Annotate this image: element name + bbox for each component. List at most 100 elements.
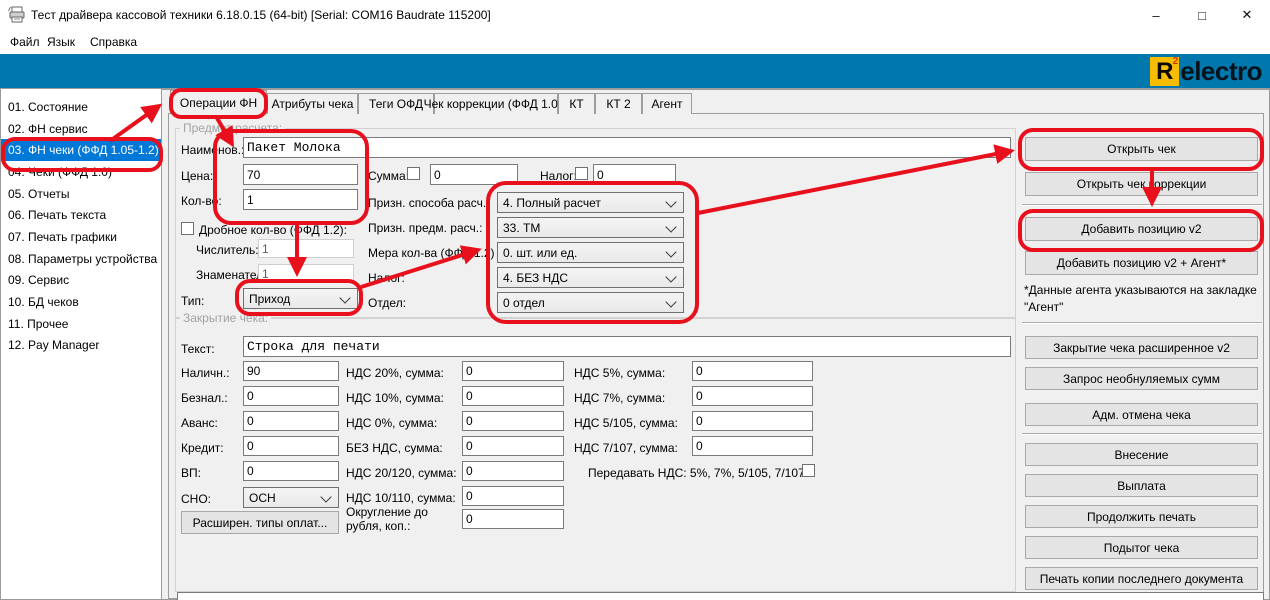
sum-input[interactable]	[430, 164, 518, 185]
close-button[interactable]: ✕	[1230, 5, 1264, 25]
type-combobox[interactable]: Приход	[243, 288, 358, 309]
tax-input[interactable]	[593, 164, 676, 185]
admin-cancel-check-button[interactable]: Адм. отмена чека	[1025, 403, 1258, 426]
add-position-v2-button[interactable]: Добавить позицию v2	[1025, 217, 1258, 241]
vat20-120-input[interactable]	[462, 461, 564, 481]
menu-help[interactable]: Справка	[86, 35, 141, 49]
qty-measure-value: 0. шт. или ед.	[503, 246, 577, 260]
fraction-qty-checkbox[interactable]	[181, 222, 194, 235]
vat-combobox[interactable]: 4. БЕЗ НДС	[497, 267, 684, 288]
vat20-label: НДС 20%, сумма:	[346, 366, 444, 380]
sno-combobox[interactable]: ОСН	[243, 487, 339, 508]
sidebar-item-fn-checks[interactable]: 03. ФН чеки (ФФД 1.05-1.2)	[1, 139, 161, 161]
denominator-input[interactable]	[258, 264, 354, 283]
fraction-qty-label: Дробное кол-во (ФФД 1.2):	[199, 223, 347, 237]
vp-label: ВП:	[181, 466, 201, 480]
cash-in-button[interactable]: Внесение	[1025, 443, 1258, 466]
tab-fn-operations[interactable]: Операции ФН	[170, 90, 267, 114]
sidebar-item-print-text[interactable]: 06. Печать текста	[1, 204, 161, 226]
add-position-v2-agent-button[interactable]: Добавить позицию v2 + Агент*	[1025, 251, 1258, 275]
sidebar-item-state[interactable]: 01. Состояние	[1, 96, 161, 118]
agent-note-line2: "Агент"	[1024, 300, 1063, 315]
continue-print-button[interactable]: Продолжить печать	[1025, 505, 1258, 528]
name-label: Наименов.:	[181, 143, 244, 157]
qty-measure-combobox[interactable]: 0. шт. или ед.	[497, 242, 684, 263]
advance-input[interactable]	[243, 411, 339, 431]
tab-agent[interactable]: Агент	[642, 93, 692, 114]
menu-language[interactable]: Язык	[43, 35, 79, 49]
cash-input[interactable]	[243, 361, 339, 381]
vat10-110-input[interactable]	[462, 486, 564, 506]
no-vat-input[interactable]	[462, 436, 564, 456]
tab-correction-check[interactable]: Чек коррекции (ФФД 1.05)	[434, 93, 558, 114]
close-check-extended-v2-button[interactable]: Закрытие чека расширенное v2	[1025, 336, 1258, 359]
cashless-label: Безнал.:	[181, 391, 228, 405]
vat5-105-input[interactable]	[692, 411, 813, 431]
subtotal-button[interactable]: Подытог чека	[1025, 536, 1258, 559]
calc-subject-value: 33. ТМ	[503, 221, 540, 235]
sidebar-item-pay-manager[interactable]: 12. Pay Manager	[1, 335, 161, 357]
vat-label: Налог:	[368, 271, 405, 285]
vat7-107-label: НДС 7/107, сумма:	[574, 441, 678, 455]
vat5-input[interactable]	[692, 361, 813, 381]
menu-file[interactable]: Файл	[6, 35, 44, 49]
sidebar-item-other[interactable]: 11. Прочее	[1, 313, 161, 335]
vat10-input[interactable]	[462, 386, 564, 406]
vat7-label: НДС 7%, сумма:	[574, 391, 665, 405]
title-bar: Тест драйвера кассовой техники 6.18.0.15…	[0, 0, 1270, 30]
tax-label: Налог:	[540, 169, 577, 183]
vat0-input[interactable]	[462, 411, 564, 431]
sidebar-item-fn-service[interactable]: 02. ФН сервис	[1, 118, 161, 140]
subject-group-legend: Предмет расчета:	[180, 122, 285, 135]
qty-measure-label: Мера кол-ва (ФФД 1.2)	[368, 246, 495, 260]
name-input[interactable]	[243, 137, 1011, 158]
calc-subject-combobox[interactable]: 33. ТМ	[497, 217, 684, 238]
minimize-button[interactable]: –	[1139, 5, 1173, 25]
tab-kt2[interactable]: КТ 2	[595, 93, 642, 114]
sidebar-item-print-graphics[interactable]: 07. Печать графики	[1, 226, 161, 248]
department-label: Отдел:	[368, 296, 406, 310]
cashless-input[interactable]	[243, 386, 339, 406]
sno-value: ОСН	[249, 491, 276, 505]
cash-out-button[interactable]: Выплата	[1025, 474, 1258, 497]
pass-vat-checkbox[interactable]	[802, 464, 815, 477]
vat0-label: НДС 0%, сумма:	[346, 416, 437, 430]
price-input[interactable]	[243, 164, 358, 185]
sidebar-item-check-db[interactable]: 10. БД чеков	[1, 291, 161, 313]
rounding-label-line2: рубля, коп.:	[346, 519, 410, 533]
open-check-button[interactable]: Открыть чек	[1025, 137, 1258, 161]
sidebar-item-checks[interactable]: 04. Чеки (ФФД 1.0)	[1, 161, 161, 183]
tab-check-attributes[interactable]: Атрибуты чека	[267, 93, 358, 114]
vat20-input[interactable]	[462, 361, 564, 381]
request-totals-button[interactable]: Запрос необнуляемых сумм	[1025, 367, 1258, 390]
credit-input[interactable]	[243, 436, 339, 456]
qty-input[interactable]	[243, 189, 358, 210]
open-correction-check-button[interactable]: Открыть чек коррекции	[1025, 172, 1258, 196]
divider	[1022, 433, 1262, 435]
sidebar-item-service[interactable]: 09. Сервис	[1, 270, 161, 292]
type-combobox-value: Приход	[249, 292, 290, 306]
text-label: Текст:	[181, 342, 215, 356]
sidebar-list: 01. Состояние 02. ФН сервис 03. ФН чеки …	[1, 89, 162, 599]
tax-checkbox[interactable]	[575, 167, 588, 180]
rounding-label-line1: Округление до	[346, 505, 428, 519]
rounding-input[interactable]	[462, 509, 564, 529]
vat20-120-label: НДС 20/120, сумма:	[346, 466, 457, 480]
print-text-input[interactable]	[243, 336, 1011, 357]
chevron-down-icon	[665, 196, 676, 207]
vp-input[interactable]	[243, 461, 339, 481]
maximize-button[interactable]: □	[1185, 5, 1219, 25]
calc-method-combobox[interactable]: 4. Полный расчет	[497, 192, 684, 213]
vat7-107-input[interactable]	[692, 436, 813, 456]
extended-pay-types-button[interactable]: Расширен. типы оплат...	[181, 511, 339, 534]
sidebar-item-reports[interactable]: 05. Отчеты	[1, 183, 161, 205]
sum-checkbox[interactable]	[407, 167, 420, 180]
chevron-down-icon	[665, 296, 676, 307]
print-last-doc-copy-button[interactable]: Печать копии последнего документа	[1025, 567, 1258, 590]
tab-kt[interactable]: КТ	[558, 93, 595, 114]
numerator-input[interactable]	[258, 239, 354, 258]
department-combobox[interactable]: 0 отдел	[497, 292, 684, 313]
divider	[1022, 322, 1262, 324]
sidebar-item-device-params[interactable]: 08. Параметры устройства	[1, 248, 161, 270]
vat7-input[interactable]	[692, 386, 813, 406]
